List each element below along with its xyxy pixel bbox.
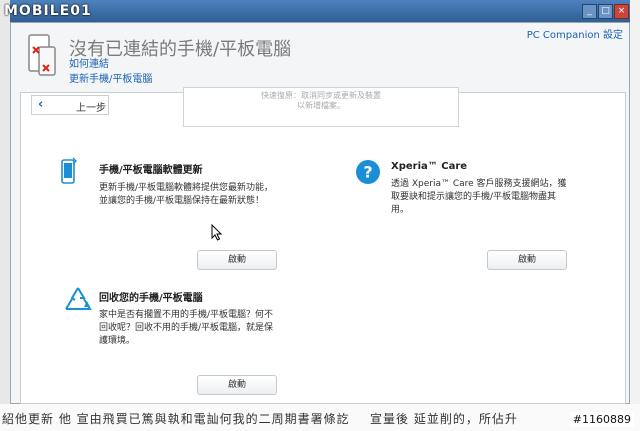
software-update-title: 手機/平板電腦軟體更新 xyxy=(99,165,203,176)
desc-line: 取要訣和提示讓您的手機/平板電腦物盡其 xyxy=(391,192,557,202)
recycle-title: 回收您的手機/平板電腦 xyxy=(99,293,203,304)
background-text-left: 紹他更新 他 宣由飛買已篤與執和電訕何我的二周期書署條訖 xyxy=(2,412,350,426)
desc-line: 回收呢？回收不用的手機/平板電腦，就是保 xyxy=(99,323,274,333)
watermark-id: #1160889 xyxy=(569,412,634,427)
recycle-icon xyxy=(65,287,92,310)
desc-line: 護環境。 xyxy=(99,336,136,346)
xperia-care-start-button[interactable]: 啟動 xyxy=(487,250,567,270)
xperia-care-title: Xperia™ Care xyxy=(391,161,468,172)
software-update-start-button[interactable]: 啟動 xyxy=(197,250,277,270)
desc-line: 並讓您的手機/平板電腦保持在最新狀態！ xyxy=(99,196,265,206)
desc-line: 家中是否有擱置不用的手機/平板電腦？何不 xyxy=(99,310,274,320)
phone-update-icon xyxy=(61,157,77,184)
xperia-care-desc: 透過 Xperia™ Care 客戶服務支援網站，獲 取要訣和提示讓您的手機/平… xyxy=(391,178,567,217)
maximize-button[interactable]: □ xyxy=(598,4,613,19)
watermark-logo: MOBILE01 xyxy=(4,3,92,19)
background-page-left xyxy=(0,0,10,431)
close-button[interactable]: × xyxy=(614,4,629,19)
info-box-line: 以新增檔案。 xyxy=(297,101,345,110)
info-box: 快速復原：取消同步或更新及裝置 以新增檔案。 xyxy=(183,87,459,127)
recycle-desc: 家中是否有擱置不用的手機/平板電腦？何不 回收呢？回收不用的手機/平板電腦，就是… xyxy=(99,309,273,348)
desc-line: 透過 Xperia™ Care 客戶服務支援網站，獲 xyxy=(391,179,567,189)
window-titlebar[interactable]: _ □ × xyxy=(10,0,630,22)
background-text-right: 宣量後 延並削的，所佔升 xyxy=(370,412,518,426)
pc-companion-settings-link[interactable]: PC Companion 設定 xyxy=(527,26,623,41)
minimize-button[interactable]: _ xyxy=(582,4,597,19)
desc-line: 更新手機/平板電腦軟體將提供您最新功能， xyxy=(99,183,274,193)
recycle-start-button[interactable]: 啟動 xyxy=(197,375,277,395)
disconnected-phone-icon xyxy=(28,34,56,76)
support-dialog: 快速復原：取消同步或更新及裝置 以新增檔案。 ‹ 上一步 手機/平板電腦軟體更新… xyxy=(20,87,626,404)
update-device-link[interactable]: 更新手機/平板電腦 xyxy=(69,70,152,85)
back-button-label: 上一步 xyxy=(76,103,106,114)
desc-line: 用。 xyxy=(391,205,410,215)
svg-text:?: ? xyxy=(363,163,372,182)
chevron-left-icon: ‹ xyxy=(38,97,44,112)
mouse-cursor-icon xyxy=(211,224,223,241)
how-to-connect-link[interactable]: 如何連結 xyxy=(69,55,109,70)
back-button[interactable]: ‹ 上一步 xyxy=(31,95,109,115)
software-update-desc: 更新手機/平板電腦軟體將提供您最新功能， 並讓您的手機/平板電腦保持在最新狀態！ xyxy=(99,182,273,208)
question-circle-icon: ? xyxy=(356,160,380,184)
background-text xyxy=(0,75,4,88)
